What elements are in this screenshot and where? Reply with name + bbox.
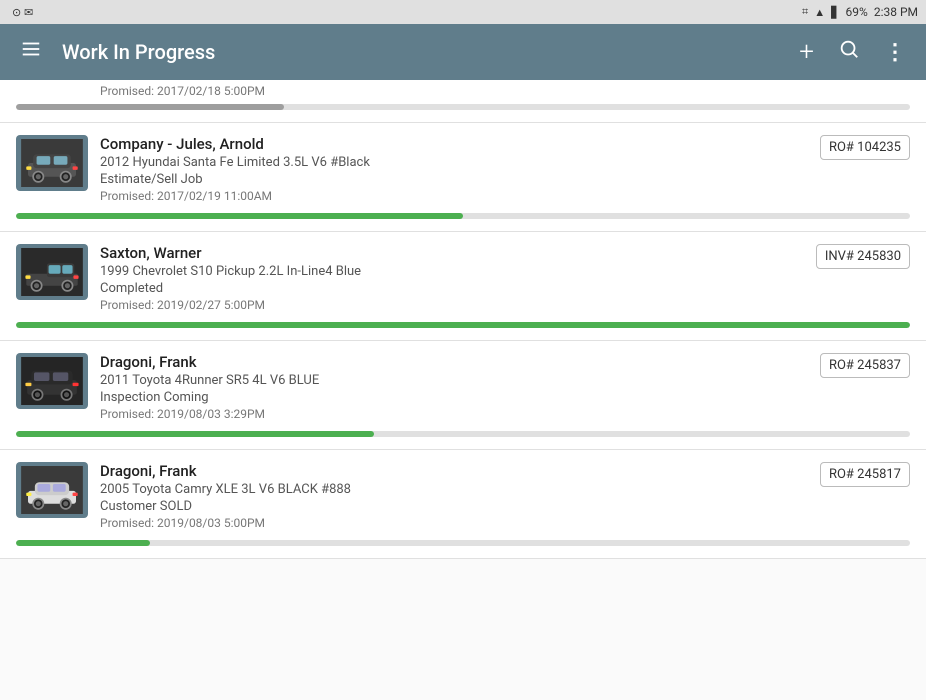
progress-bar-container — [16, 431, 910, 437]
list-item[interactable]: Dragoni, Frank 2005 Toyota Camry XLE 3L … — [0, 450, 926, 559]
progress-bar-container — [16, 322, 910, 328]
partial-progress-fill — [16, 104, 284, 110]
status-bar-right: ⌗ ▲ ▋ 69% 2:38 PM — [802, 5, 918, 19]
item-vehicle: 1999 Chevrolet S10 Pickup 2.2L In-Line4 … — [100, 264, 804, 279]
add-button[interactable]: + — [795, 33, 818, 71]
item-name: Dragoni, Frank — [100, 353, 808, 371]
item-promised: Promised: 2019/08/03 5:00PM — [100, 516, 808, 530]
car-thumbnail — [16, 353, 88, 409]
progress-bar-fill — [16, 213, 463, 219]
car-thumbnail — [16, 135, 88, 191]
work-in-progress-list: Promised: 2017/02/18 5:00PM — [0, 80, 926, 700]
progress-bar-container — [16, 540, 910, 546]
list-item[interactable]: Dragoni, Frank 2011 Toyota 4Runner SR5 4… — [0, 341, 926, 450]
status-bar-left: ⊙ ✉ — [12, 6, 33, 19]
list-item[interactable]: Company - Jules, Arnold 2012 Hyundai San… — [0, 123, 926, 232]
car-thumbnail — [16, 244, 88, 300]
ro-badge: INV# 245830 — [816, 244, 910, 269]
item-info: Dragoni, Frank 2011 Toyota 4Runner SR5 4… — [100, 353, 808, 421]
battery-level: 69% — [846, 5, 868, 19]
item-status: Customer SOLD — [100, 499, 808, 514]
partial-promised-text: Promised: 2017/02/18 5:00PM — [16, 84, 910, 98]
ro-badge: RO# 104235 — [820, 135, 910, 160]
signal-icon: ▋ — [831, 6, 839, 19]
item-info: Dragoni, Frank 2005 Toyota Camry XLE 3L … — [100, 462, 808, 530]
partial-list-item[interactable]: Promised: 2017/02/18 5:00PM — [0, 80, 926, 123]
bluetooth-icon: ⌗ — [802, 5, 808, 19]
ro-badge: RO# 245837 — [820, 353, 910, 378]
car-thumbnail — [16, 462, 88, 518]
item-promised: Promised: 2019/08/03 3:29PM — [100, 407, 808, 421]
item-name: Company - Jules, Arnold — [100, 135, 808, 153]
item-vehicle: 2012 Hyundai Santa Fe Limited 3.5L V6 #B… — [100, 155, 808, 170]
page-title: Work In Progress — [62, 40, 779, 64]
progress-bar-container — [16, 213, 910, 219]
search-button[interactable] — [834, 34, 864, 70]
progress-bar-fill — [16, 431, 374, 437]
time-display: 2:38 PM — [874, 5, 918, 19]
item-promised: Promised: 2019/02/27 5:00PM — [100, 298, 804, 312]
item-status: Estimate/Sell Job — [100, 172, 808, 187]
menu-button[interactable] — [16, 34, 46, 70]
item-info: Company - Jules, Arnold 2012 Hyundai San… — [100, 135, 808, 203]
ro-badge: RO# 245817 — [820, 462, 910, 487]
item-name: Saxton, Warner — [100, 244, 804, 262]
app-bar-actions: + ⋮ — [795, 33, 910, 71]
progress-bar-fill — [16, 322, 910, 328]
status-bar: ⊙ ✉ ⌗ ▲ ▋ 69% 2:38 PM — [0, 0, 926, 24]
more-options-button[interactable]: ⋮ — [880, 36, 910, 69]
list-item[interactable]: Saxton, Warner 1999 Chevrolet S10 Pickup… — [0, 232, 926, 341]
item-info: Saxton, Warner 1999 Chevrolet S10 Pickup… — [100, 244, 804, 312]
partial-progress-bar — [16, 104, 910, 110]
item-status: Inspection Coming — [100, 390, 808, 405]
item-vehicle: 2011 Toyota 4Runner SR5 4L V6 BLUE — [100, 373, 808, 388]
item-promised: Promised: 2017/02/19 11:00AM — [100, 189, 808, 203]
item-status: Completed — [100, 281, 804, 296]
notification-icons: ⊙ ✉ — [12, 6, 33, 19]
progress-bar-fill — [16, 540, 150, 546]
app-bar: Work In Progress + ⋮ — [0, 24, 926, 80]
item-vehicle: 2005 Toyota Camry XLE 3L V6 BLACK #888 — [100, 482, 808, 497]
wifi-icon: ▲ — [814, 6, 825, 19]
item-name: Dragoni, Frank — [100, 462, 808, 480]
